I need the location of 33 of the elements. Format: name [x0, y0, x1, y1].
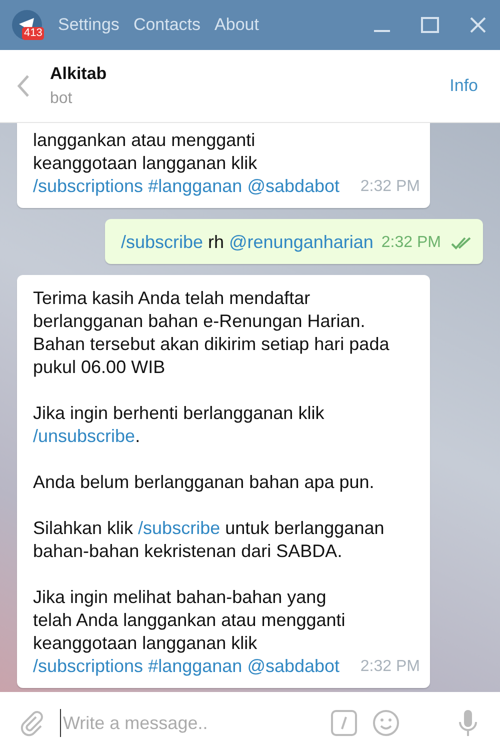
message-text: Silahkan klik /subscribe untuk berlangganan bahan-bahan kekristenan dari SABDA. [33, 517, 386, 563]
message-time: 2:32 PM [360, 657, 420, 677]
message-link[interactable]: /subscriptions [33, 656, 144, 676]
menu-item[interactable]: About [214, 15, 259, 35]
message-text: Jika ingin berhenti berlangganan klik /unsubscribe. [33, 402, 326, 448]
message-link[interactable]: @sabdabot [247, 176, 340, 196]
message-link[interactable]: @renunganharian [229, 232, 374, 252]
back-icon[interactable] [16, 74, 30, 98]
message-link[interactable]: /subscribe [120, 232, 203, 252]
bot-command-icon[interactable] [330, 709, 358, 737]
menu-item[interactable]: Settings [58, 15, 120, 35]
info-link[interactable]: Info [450, 76, 478, 96]
message-link[interactable]: @sabdabot [247, 656, 340, 676]
unread-count-badge: 413 [22, 27, 44, 40]
paperclip-icon[interactable] [18, 709, 46, 737]
message-text: Terima kasih Anda telah mendaftar berlangganan bahan e-Renungan Harian. Bahan tersebut akan dikirim setiap hari pada pukul 06.00 WIB [33, 287, 390, 379]
message-text: Anda belum berlangganan bahan apa pun. [33, 471, 376, 494]
message-text: langgankan atau mengganti keanggotaan langganan klik /subscriptions #langganan @sabdabot [33, 129, 341, 198]
menu-item[interactable]: Contacts [133, 15, 201, 35]
message-text: /subscribe rh @renunganharian [120, 231, 374, 254]
message-time: 2:32 PM [381, 231, 473, 254]
maximize-icon[interactable] [420, 15, 440, 35]
message-text: Jika ingin melihat bahan-bahan yang telah Anda langgankan atau mengganti keanggotaan langganan klik /subscriptions #langganan @sabdabot [33, 586, 346, 678]
chat-name: Alkitab [50, 64, 108, 84]
chat-status: bot [50, 90, 74, 108]
message-time: 2:32 PM [360, 177, 420, 197]
message-link[interactable]: /subscribe [138, 518, 220, 538]
message-link[interactable]: #langganan [148, 656, 242, 676]
message-link[interactable]: /subscriptions [33, 176, 144, 196]
emoji-icon[interactable] [372, 709, 400, 737]
message-link[interactable]: #langganan [148, 176, 242, 196]
message-link[interactable]: /unsubscribe [33, 426, 136, 446]
close-icon[interactable] [468, 15, 488, 35]
